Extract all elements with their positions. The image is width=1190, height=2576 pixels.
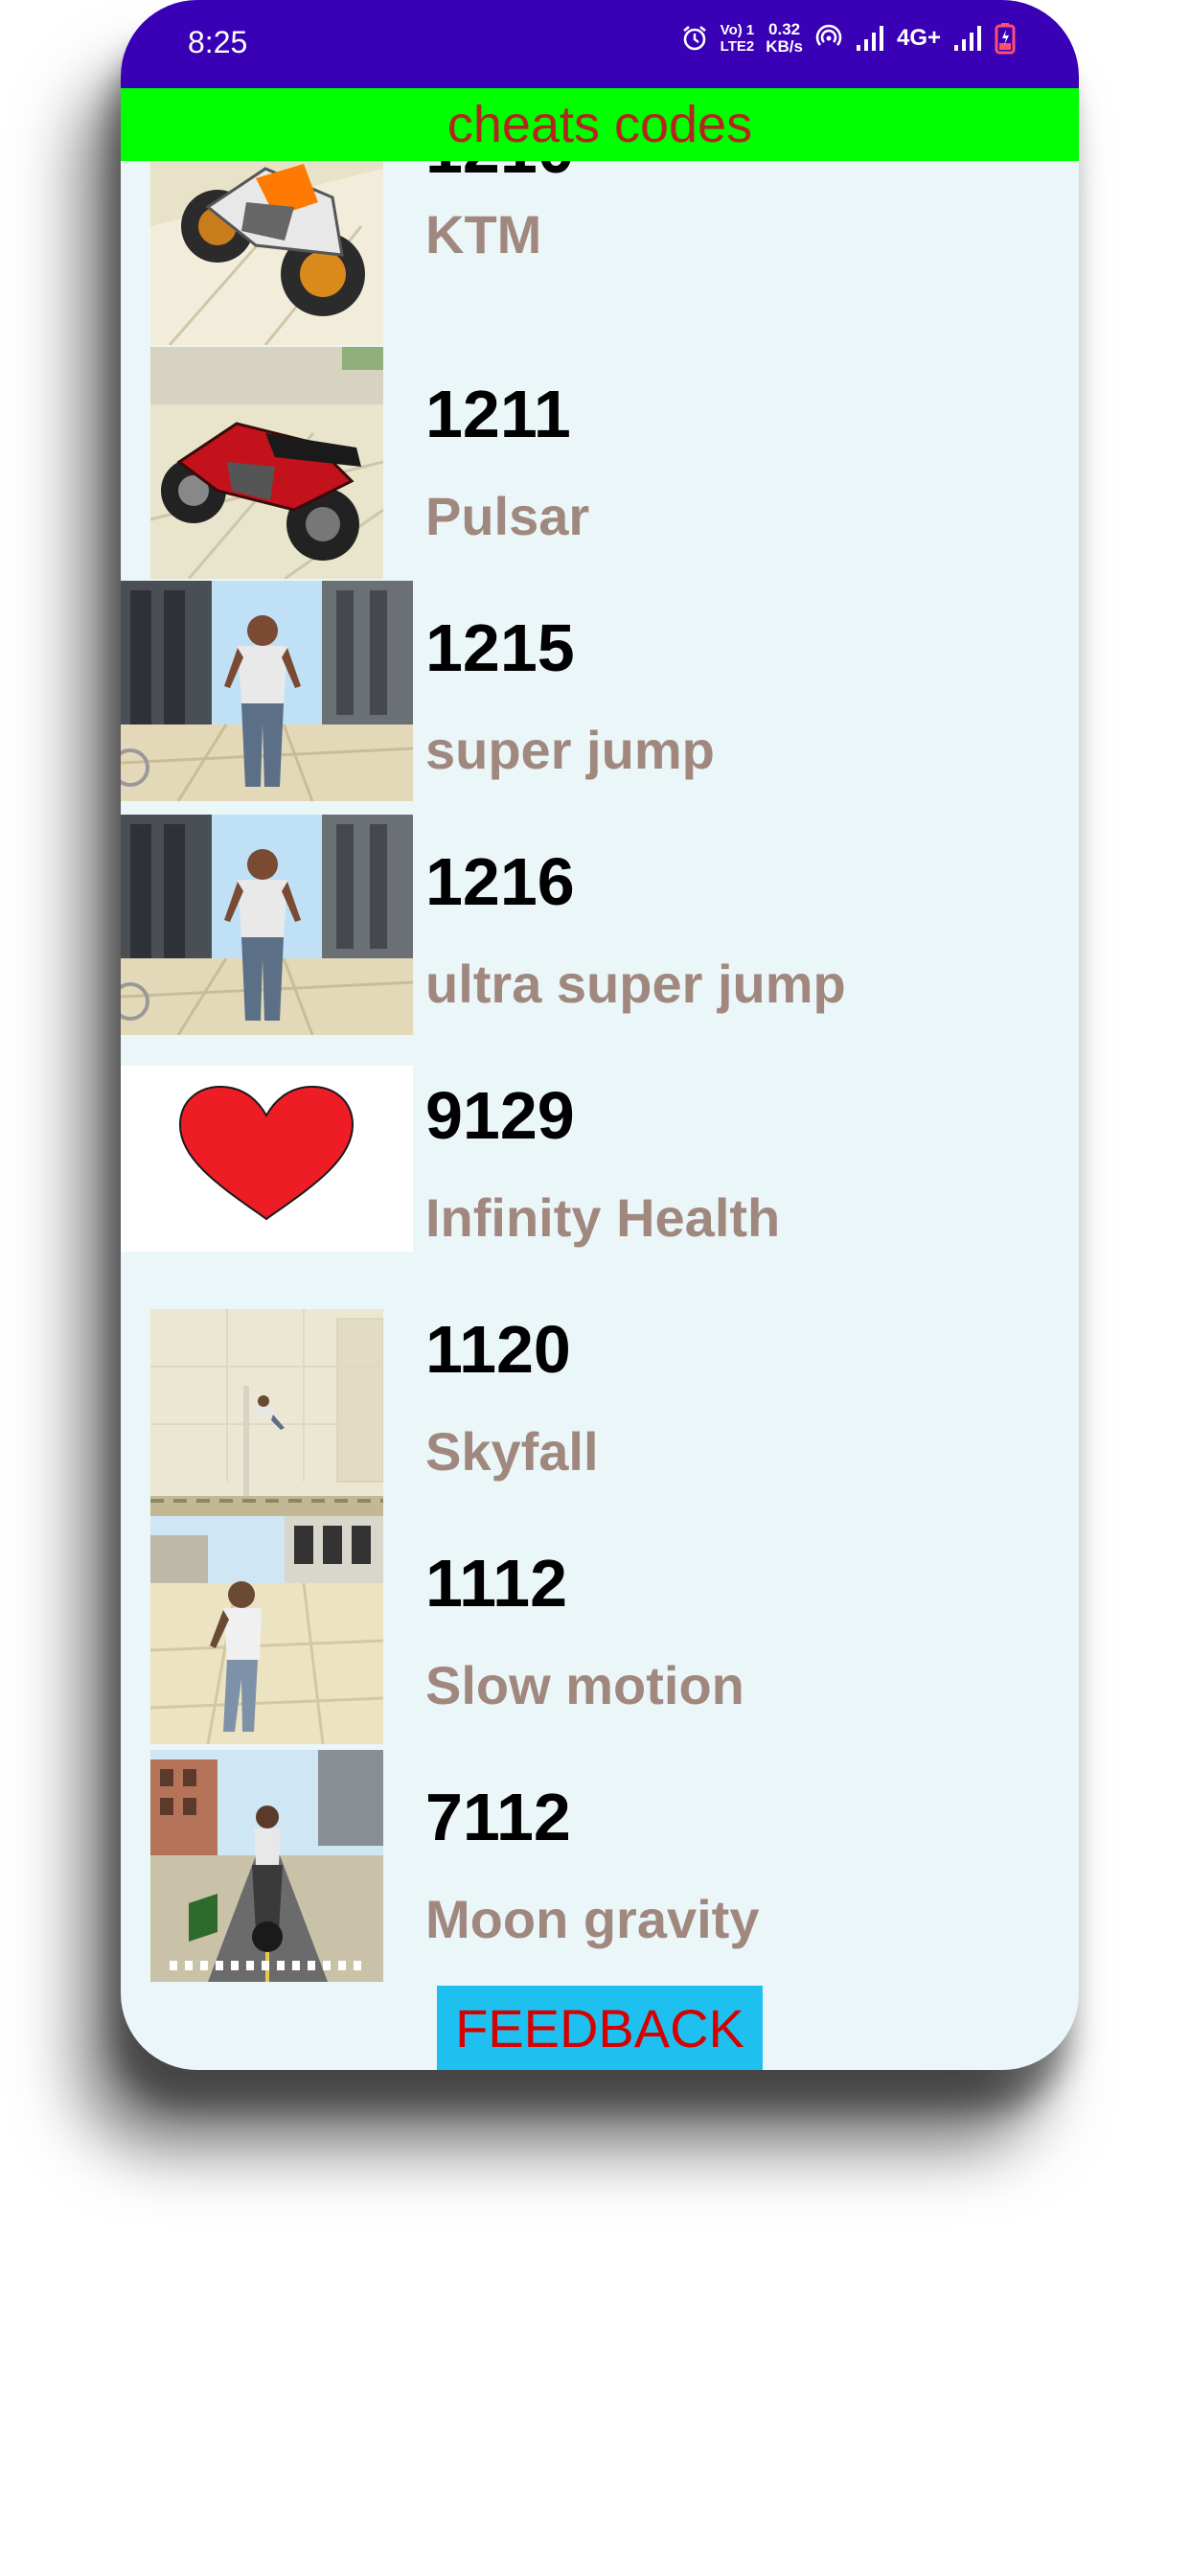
cheat-list[interactable]: 1210 KTM 1211: [121, 161, 1079, 2070]
cheat-code: 7112: [425, 1780, 571, 1854]
alarm-icon: [680, 24, 709, 53]
cheat-name: Infinity Health: [425, 1187, 781, 1248]
list-item[interactable]: 1215 super jump: [121, 581, 1079, 815]
list-item[interactable]: 1216 ultra super jump: [121, 815, 1079, 1048]
speed-value: 0.32: [768, 20, 801, 38]
skyfall-image: [150, 1309, 383, 1516]
status-time: 8:25: [188, 25, 248, 59]
volte-top: Vo) 1: [720, 22, 755, 38]
cheat-name: Skyfall: [425, 1421, 599, 1482]
cheat-code: 1215: [425, 610, 575, 685]
battery-charging-icon: [995, 22, 1016, 55]
cheat-code: 9129: [425, 1078, 575, 1153]
volte-bottom: LTE2: [720, 38, 755, 55]
list-item[interactable]: 1211 Pulsar: [121, 347, 1079, 581]
cheat-name: Slow motion: [425, 1655, 744, 1715]
cheat-code: 1112: [425, 1546, 567, 1621]
cheat-code: 1216: [425, 844, 575, 919]
list-item[interactable]: 1112 Slow motion: [121, 1516, 1079, 1750]
signal-icon: [952, 24, 983, 53]
list-item[interactable]: 9129 Infinity Health: [121, 1048, 1079, 1282]
pulsar-bike-image: [150, 347, 383, 579]
signal-icon: [855, 24, 885, 53]
list-item[interactable]: 1120 Skyfall: [121, 1282, 1079, 1516]
list-item[interactable]: 1210 KTM: [121, 161, 1079, 345]
app-bar: cheats codes: [121, 88, 1079, 161]
cheat-code: 1120: [425, 1312, 571, 1387]
cheat-name: super jump: [425, 720, 715, 780]
cheat-name: ultra super jump: [425, 954, 846, 1014]
status-icons: Vo) 1 LTE2 0.32 KB/s 4G+: [680, 21, 1016, 56]
cheat-name: Moon gravity: [425, 1889, 760, 1949]
phone-screen: 8:25 Vo) 1 LTE2 0.32 KB/s 4G+ cheats cod…: [121, 0, 1079, 2070]
network-speed: 0.32 KB/s: [766, 21, 803, 56]
app-title: cheats codes: [446, 96, 753, 153]
cheat-code: 1211: [425, 377, 571, 451]
cheat-code: 1210: [425, 161, 575, 188]
ktm-bike-image: [150, 161, 383, 345]
cheat-name: KTM: [425, 204, 542, 264]
speed-unit: KB/s: [766, 37, 803, 56]
network-type: 4G+: [896, 25, 941, 51]
bike-road-image: [150, 1750, 383, 1982]
cheat-name: Pulsar: [425, 486, 590, 546]
running-man-image: [150, 1516, 383, 1744]
character-city-image: [121, 815, 413, 1035]
character-city-image: [121, 581, 413, 801]
feedback-button[interactable]: FEEDBACK: [437, 1986, 763, 2070]
hotspot-icon: [814, 24, 843, 53]
list-item[interactable]: 7112 Moon gravity: [121, 1750, 1079, 1984]
status-bar: 8:25 Vo) 1 LTE2 0.32 KB/s 4G+: [121, 0, 1079, 88]
red-heart-image: [121, 1066, 413, 1252]
volte-indicator: Vo) 1 LTE2: [721, 22, 755, 55]
